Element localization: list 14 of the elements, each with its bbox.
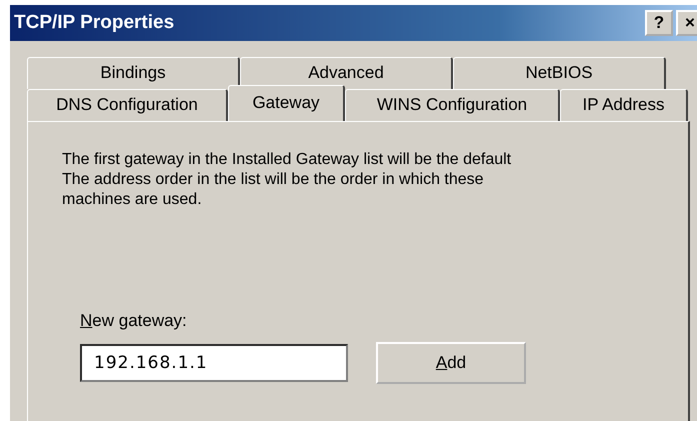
help-button[interactable]: ?: [645, 10, 673, 36]
tab[interactable]: WINS Configuration: [345, 89, 560, 121]
tab[interactable]: Bindings: [27, 57, 240, 89]
tab[interactable]: DNS Configuration: [27, 89, 228, 121]
description-text: The first gateway in the Installed Gateway list will be the default The address order in the list will be the order in which these machines are used.: [62, 150, 512, 210]
tab[interactable]: Advanced: [240, 57, 453, 89]
field-label: New gateway:: [80, 310, 187, 332]
window-title: TCP/IP Properties: [14, 10, 174, 35]
tab[interactable]: NetBIOS: [453, 57, 666, 89]
gateway-field[interactable]: 192.168.1.1: [80, 344, 348, 382]
tab[interactable]: Gateway: [228, 85, 345, 121]
add-button[interactable]: Add: [376, 342, 526, 384]
tab[interactable]: IP Address: [560, 89, 688, 121]
close-button[interactable]: ×: [676, 10, 697, 36]
